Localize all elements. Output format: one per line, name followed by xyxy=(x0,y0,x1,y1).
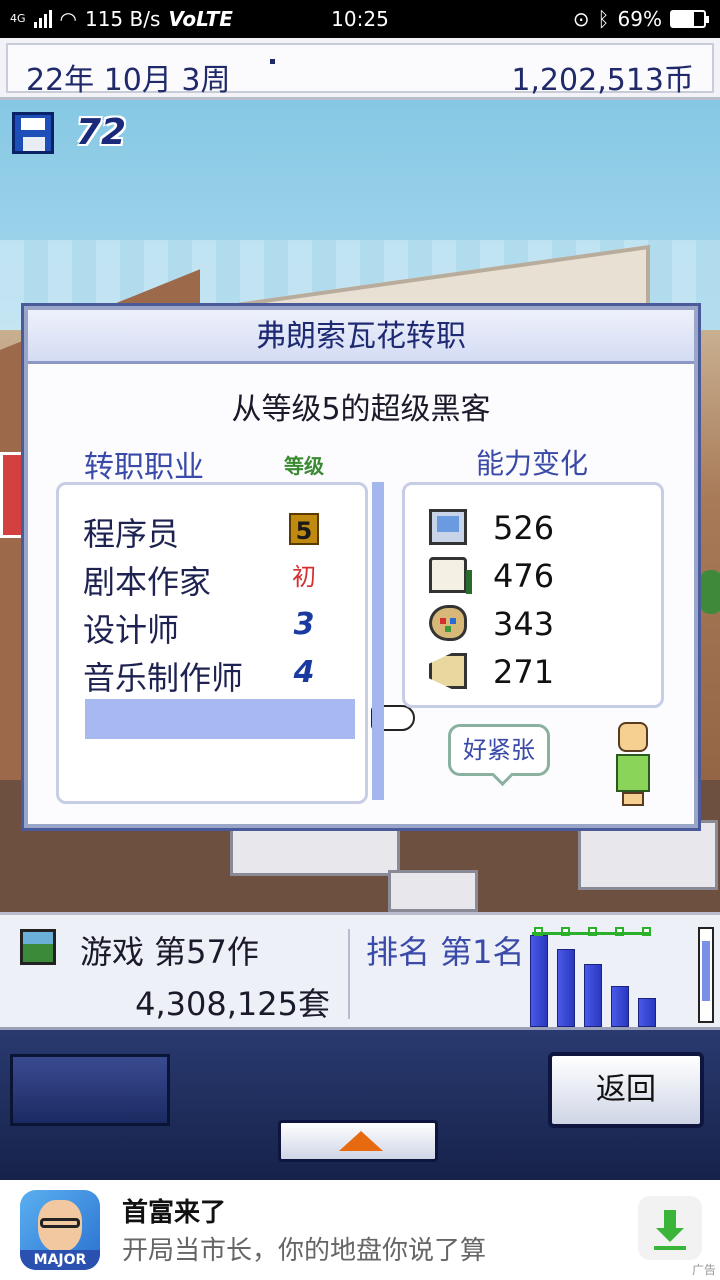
job-column-label: 转职职业 xyxy=(84,450,204,485)
chart-bar xyxy=(557,949,575,1027)
game-date: 22年 10月 3周 xyxy=(26,63,231,98)
character-body xyxy=(616,754,650,792)
book-icon xyxy=(429,557,472,594)
bluetooth-icon: ᛒ xyxy=(597,7,610,31)
save-count: 72 xyxy=(76,112,127,153)
ability-row: 526 xyxy=(429,505,649,551)
job-item-scriptwriter[interactable]: 剧本作家 初 xyxy=(83,555,363,601)
job-name: 剧本作家 xyxy=(83,563,212,601)
ability-row: 271 xyxy=(429,649,649,695)
dialog-subtitle: 从等级5的超级黑客 xyxy=(231,392,491,427)
character-head xyxy=(618,722,648,752)
week-dot-icon xyxy=(270,59,275,64)
ability-panel: 526 476 343 271 xyxy=(402,482,664,708)
expand-up-button[interactable] xyxy=(278,1120,438,1162)
job-change-dialog: 弗朗索瓦花转职 从等级5的超级黑客 转职职业 等级 能力变化 程序员 5 剧本作… xyxy=(24,306,698,828)
job-item-programmer[interactable]: 程序员 5 xyxy=(83,507,363,553)
ad-description: 开局当市长，你的地盘你说了算 xyxy=(122,1236,487,1266)
chart-line xyxy=(532,932,650,935)
battery-icon xyxy=(670,10,709,28)
ability-row: 476 xyxy=(429,553,649,599)
staff-character xyxy=(614,722,652,806)
app-icon-badge: MAJOR xyxy=(20,1250,100,1270)
game-sales: 4,308,125套 xyxy=(135,985,330,1023)
game-thumbnail-icon xyxy=(20,929,56,965)
job-item-designer[interactable]: 设计师 3 xyxy=(83,603,363,650)
job-name: 设计师 xyxy=(83,611,180,649)
info-scrollbar[interactable] xyxy=(698,927,714,1023)
level-column-label: 等级 xyxy=(284,454,324,478)
sales-chart xyxy=(524,925,660,1027)
job-name: 程序员 xyxy=(83,515,180,553)
ability-value: 526 xyxy=(493,509,555,547)
job-name: 音乐制作师 xyxy=(83,659,244,697)
ad-banner[interactable]: MAJOR 首富来了 开局当市长，你的地盘你说了算 广告 xyxy=(0,1180,720,1280)
job-level-badge: 3 xyxy=(293,607,315,642)
plant xyxy=(700,570,720,614)
chart-bar xyxy=(611,986,629,1027)
bookshelf xyxy=(578,820,718,890)
save-disk-icon[interactable] xyxy=(12,112,54,154)
job-level-badge: 4 xyxy=(293,655,315,690)
download-icon[interactable] xyxy=(638,1196,702,1260)
job-item-music-producer[interactable]: 音乐制作师 4 xyxy=(83,651,363,698)
money-amount: 1,202,513币 xyxy=(511,63,694,98)
chart-bar xyxy=(638,998,656,1027)
job-selection-highlight[interactable] xyxy=(85,699,355,739)
clock: 10:25 xyxy=(331,7,389,31)
game-title: 游戏 第57作 xyxy=(80,933,259,971)
character-legs xyxy=(622,792,644,806)
job-list: 程序员 5 剧本作家 初 设计师 3 音乐制作师 4 xyxy=(56,482,415,804)
rotation-lock-icon: ⊙ xyxy=(572,7,590,31)
glasses-icon xyxy=(40,1218,80,1228)
ability-value: 476 xyxy=(493,557,555,595)
palette-icon xyxy=(429,605,467,641)
chart-bar xyxy=(530,935,548,1027)
ability-value: 343 xyxy=(493,605,555,643)
desk xyxy=(388,870,478,912)
date-money-bar: 22年 10月 3周 1,202,513币 xyxy=(0,38,720,100)
menu-panel[interactable] xyxy=(10,1054,170,1126)
trumpet-icon xyxy=(429,653,467,689)
job-level-badge: 5 xyxy=(289,513,319,545)
dialog-title: 弗朗索瓦花转职 xyxy=(28,310,694,364)
date-money-panel: 22年 10月 3周 1,202,513币 xyxy=(6,43,714,98)
download-icon-base xyxy=(654,1246,686,1250)
battery-percent: 69% xyxy=(617,7,662,31)
bottom-controls: 返回 xyxy=(0,1030,720,1180)
status-bar: 4G ◠ 115 B/s VoLTE 10:25 ⊙ ᛒ 69% xyxy=(0,0,720,38)
job-level-badge: 初 xyxy=(292,563,316,591)
scroll-thumb[interactable] xyxy=(702,941,710,1001)
ad-app-icon[interactable]: MAJOR xyxy=(20,1190,100,1270)
computer-icon xyxy=(429,509,467,545)
ad-title[interactable]: 首富来了 xyxy=(122,1192,226,1229)
ability-column-label: 能力变化 xyxy=(476,447,589,480)
chart-bar xyxy=(584,964,602,1027)
ability-row: 343 xyxy=(429,601,649,647)
game-rank: 排名 第1名 xyxy=(366,933,525,971)
back-button[interactable]: 返回 xyxy=(548,1052,704,1128)
game-info-bar[interactable]: 游戏 第57作 4,308,125套 排名 第1名 xyxy=(0,912,720,1030)
divider xyxy=(348,929,350,1019)
job-list-scrollbar[interactable] xyxy=(372,482,384,800)
ability-value: 271 xyxy=(493,653,555,691)
speech-bubble: 好紧张 xyxy=(448,724,550,776)
desk xyxy=(230,820,400,876)
vending-machine xyxy=(0,452,26,538)
ad-tag: 广告 xyxy=(691,1263,716,1277)
